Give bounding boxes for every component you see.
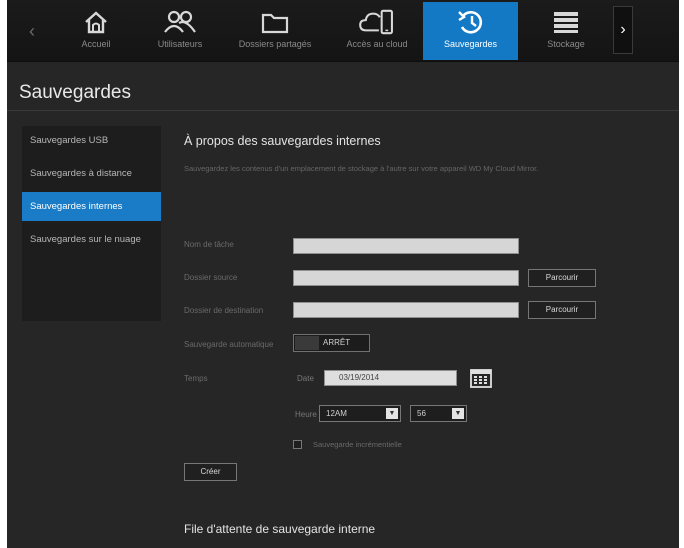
time-label: Temps [184,374,208,383]
auto-backup-label: Sauvegarde automatique [184,340,274,349]
destination-folder-label: Dossier de destination [184,306,264,315]
nav-next-arrow[interactable]: › [613,6,633,54]
nav-item-utilisateurs[interactable]: Utilisateurs [148,2,212,60]
nav-item-label: Dossiers partagés [238,39,312,49]
section-title: À propos des sauvegardes internes [184,134,381,148]
sidebar-item-nuage[interactable]: Sauvegardes sur le nuage [22,225,161,254]
destination-folder-input[interactable] [293,302,519,318]
nav-item-stockage[interactable]: Stockage [527,2,605,60]
date-label: Date [297,374,314,383]
browse-source-button[interactable]: Parcourir [528,269,596,287]
top-navigation: ‹ Accueil Utilisateurs Dossiers partagés [7,0,679,62]
hour-label: Heure [295,410,317,419]
nav-item-label: Utilisateurs [157,39,203,49]
create-button[interactable]: Créer [184,463,237,481]
sidebar-item-distance[interactable]: Sauvegardes à distance [22,159,161,188]
incremental-backup-checkbox[interactable] [293,440,302,449]
chevron-down-icon: ▼ [386,408,398,419]
incremental-backup-label: Sauvegarde incrémentielle [313,440,402,449]
chevron-down-icon: ▼ [452,408,464,419]
queue-section-title: File d'attente de sauvegarde interne [184,522,376,536]
nav-item-acces-cloud[interactable]: Accès au cloud [335,2,419,60]
section-description: Sauvegardez les contenus d'un emplacemen… [184,164,539,173]
nav-item-sauvegardes[interactable]: Sauvegardes [423,2,518,60]
nav-item-label: Sauvegardes [443,39,498,49]
nav-item-label: Stockage [547,39,585,49]
page-title: Sauvegardes [19,82,131,103]
app-frame: ‹ Accueil Utilisateurs Dossiers partagés [7,0,679,548]
minute-select-value: 56 [417,409,426,418]
backup-icon [457,11,482,34]
home-icon [85,11,107,34]
calendar-icon[interactable] [470,368,492,388]
storage-icon [554,12,578,33]
cloud-device-icon [359,9,393,35]
header-divider [7,110,679,111]
nav-prev-arrow[interactable]: ‹ [21,20,43,42]
hour-select[interactable]: 12AM ▼ [319,405,401,422]
task-name-input[interactable] [293,238,519,254]
nav-item-accueil[interactable]: Accueil [64,2,128,60]
task-name-label: Nom de tâche [184,240,234,249]
sidebar-item-internes[interactable]: Sauvegardes internes [22,192,161,221]
date-input[interactable]: 03/19/2014 [324,370,457,386]
nav-item-dossiers-partages[interactable]: Dossiers partagés [229,2,321,60]
source-folder-input[interactable] [293,270,519,286]
source-folder-label: Dossier source [184,273,238,282]
nav-item-label: Accueil [81,39,111,49]
toggle-knob [295,336,319,350]
users-icon [164,10,196,33]
folder-icon [261,13,289,34]
hour-select-value: 12AM [326,409,347,418]
toggle-state-label: ARRÊT [323,338,351,347]
sidebar-item-usb[interactable]: Sauvegardes USB [22,126,161,155]
nav-item-label: Accès au cloud [346,39,408,49]
sidebar: Sauvegardes USB Sauvegardes à distance S… [22,126,161,321]
auto-backup-toggle[interactable]: ARRÊT [293,334,370,352]
minute-select[interactable]: 56 ▼ [410,405,467,422]
browse-destination-button[interactable]: Parcourir [528,301,596,319]
